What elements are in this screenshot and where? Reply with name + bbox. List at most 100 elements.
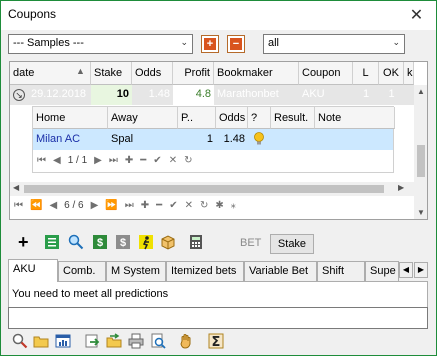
money-icon[interactable]: $: [92, 234, 108, 250]
tab-scroll-left-icon[interactable]: ◀: [399, 262, 413, 278]
detail-header-question[interactable]: ?: [248, 107, 271, 129]
chevron-down-icon: ⌄: [392, 37, 400, 47]
print-preview-icon[interactable]: [150, 333, 166, 349]
lightbulb-icon[interactable]: [253, 132, 265, 146]
filter-select[interactable]: all ⌄: [263, 34, 405, 54]
bet-label: BET: [240, 237, 262, 249]
remove-coupon-button[interactable]: −: [227, 35, 245, 53]
next-record-icon[interactable]: ▶: [91, 200, 99, 211]
cell-l: 1: [362, 88, 370, 100]
column-header-l[interactable]: L: [353, 62, 379, 85]
print-icon[interactable]: [128, 333, 144, 349]
list-icon[interactable]: [44, 234, 60, 250]
scroll-up-icon[interactable]: ▲: [417, 87, 425, 96]
tab-super[interactable]: Supe: [365, 261, 399, 281]
search-zoom-icon[interactable]: [12, 333, 28, 349]
tab-panel-message: You need to meet all predictions: [12, 288, 169, 300]
tab-scroll-right-icon[interactable]: ▶: [414, 262, 428, 278]
first-record-icon[interactable]: ⏮: [37, 155, 46, 166]
chevron-down-icon: ⌄: [180, 37, 188, 47]
calculator-icon[interactable]: [188, 234, 204, 250]
cancel-record-icon[interactable]: ✕: [169, 155, 177, 166]
horizontal-scrollbar-thumb[interactable]: [24, 185, 384, 193]
tab-comb[interactable]: Comb.: [58, 261, 106, 281]
refresh-icon[interactable]: ↻: [200, 200, 208, 211]
detail-navigator: ⏮ ◀ 1 / 1 ▶ ⏭ ✚ ━ ✔ ✕ ↻: [37, 155, 192, 166]
stake-button[interactable]: Stake: [270, 234, 314, 254]
detail-header-home[interactable]: Home: [33, 107, 108, 129]
chart-window-icon[interactable]: [55, 333, 71, 349]
search-icon[interactable]: [68, 234, 84, 250]
refresh-icon[interactable]: ↻: [184, 155, 192, 166]
column-header-ok[interactable]: OK: [379, 62, 404, 85]
tab-itemized-bets[interactable]: Itemized bets: [166, 261, 244, 281]
window-title: Coupons: [8, 7, 57, 21]
box-icon[interactable]: [160, 234, 176, 250]
plus-icon: +: [204, 38, 216, 50]
close-icon: ✕: [409, 6, 424, 24]
filter-select-value: all: [268, 37, 280, 49]
tab-aku[interactable]: AKU: [8, 259, 58, 282]
detail-grid[interactable]: Home Away P.. Odds ? Result. Note Milan …: [32, 106, 395, 173]
detail-header-note[interactable]: Note: [315, 107, 395, 129]
column-header-odds[interactable]: Odds: [132, 62, 173, 85]
column-header-coupon[interactable]: Coupon: [299, 62, 353, 85]
hand-icon[interactable]: [178, 333, 194, 349]
last-record-icon[interactable]: ⏭: [125, 200, 134, 211]
detail-nav-position: 1 / 1: [67, 155, 88, 166]
column-header-profit[interactable]: Profit: [173, 62, 214, 85]
next-page-icon[interactable]: ⏩: [105, 200, 117, 211]
svg-text:Σ: Σ: [212, 335, 221, 349]
cell-profit: 4.8: [173, 85, 214, 105]
tab-variable-bet[interactable]: Variable Bet: [244, 261, 317, 281]
detail-header-result[interactable]: Result.: [271, 107, 315, 129]
detail-header-odds[interactable]: Odds: [216, 107, 248, 129]
clear-filter-icon[interactable]: ⁎: [231, 200, 236, 211]
column-header-bookmaker[interactable]: Bookmaker: [214, 62, 299, 85]
last-record-icon[interactable]: ⏭: [109, 155, 118, 166]
sigma-icon[interactable]: Σ: [208, 333, 224, 350]
add-record-icon[interactable]: ✚: [141, 200, 149, 211]
scroll-left-icon[interactable]: ◀: [13, 183, 19, 192]
nav-position: 6 / 6: [64, 200, 84, 211]
import-icon[interactable]: [106, 333, 122, 349]
column-header-date[interactable]: date ▲: [10, 62, 91, 85]
column-header-k[interactable]: k: [404, 62, 414, 85]
cell-date: 29.12.2018: [31, 88, 87, 100]
previous-record-icon[interactable]: ◀: [49, 200, 57, 211]
first-record-icon[interactable]: ⏮: [14, 200, 23, 211]
cancel-record-icon[interactable]: ✕: [185, 200, 193, 211]
samples-select[interactable]: --- Samples --- ⌄: [8, 34, 193, 54]
post-record-icon[interactable]: ✔: [169, 200, 177, 211]
column-header-stake[interactable]: Stake: [91, 62, 132, 85]
add-bet-icon[interactable]: +: [18, 233, 34, 251]
cell-odds: 1.48: [148, 88, 170, 100]
detail-header-away[interactable]: Away: [108, 107, 178, 129]
note-input[interactable]: [8, 307, 428, 329]
scroll-down-icon[interactable]: ▼: [417, 208, 425, 217]
money-grey-icon[interactable]: $: [115, 234, 131, 250]
post-record-icon[interactable]: ✔: [153, 155, 161, 166]
horizontal-scrollbar[interactable]: ◀ ▶: [10, 182, 414, 196]
apply-filter-icon[interactable]: ✱: [215, 200, 223, 211]
delete-record-icon[interactable]: ━: [156, 200, 162, 211]
add-record-icon[interactable]: ✚: [125, 155, 133, 166]
next-record-icon[interactable]: ▶: [94, 155, 102, 166]
runner-icon[interactable]: [138, 234, 154, 250]
scroll-right-icon[interactable]: ▶: [398, 183, 404, 192]
folder-open-icon[interactable]: [33, 333, 49, 349]
add-coupon-button[interactable]: +: [201, 35, 219, 53]
vertical-scrollbar[interactable]: ▲ ▼: [414, 85, 427, 219]
tab-shift[interactable]: Shift: [317, 261, 365, 281]
coupons-grid[interactable]: date ▲ Stake Odds Profit Bookmaker Coupo…: [9, 61, 428, 220]
tab-m-system[interactable]: M System: [106, 261, 166, 281]
cell-coupon: AKU: [302, 88, 325, 100]
delete-record-icon[interactable]: ━: [140, 155, 146, 166]
expand-row-icon[interactable]: ↘: [13, 89, 25, 101]
export-icon[interactable]: [84, 333, 100, 349]
close-button[interactable]: ✕: [398, 1, 435, 28]
scrollbar-thumb[interactable]: [417, 145, 425, 177]
previous-record-icon[interactable]: ◀: [53, 155, 61, 166]
detail-header-p[interactable]: P..: [178, 107, 216, 129]
previous-page-icon[interactable]: ⏪: [30, 200, 42, 211]
